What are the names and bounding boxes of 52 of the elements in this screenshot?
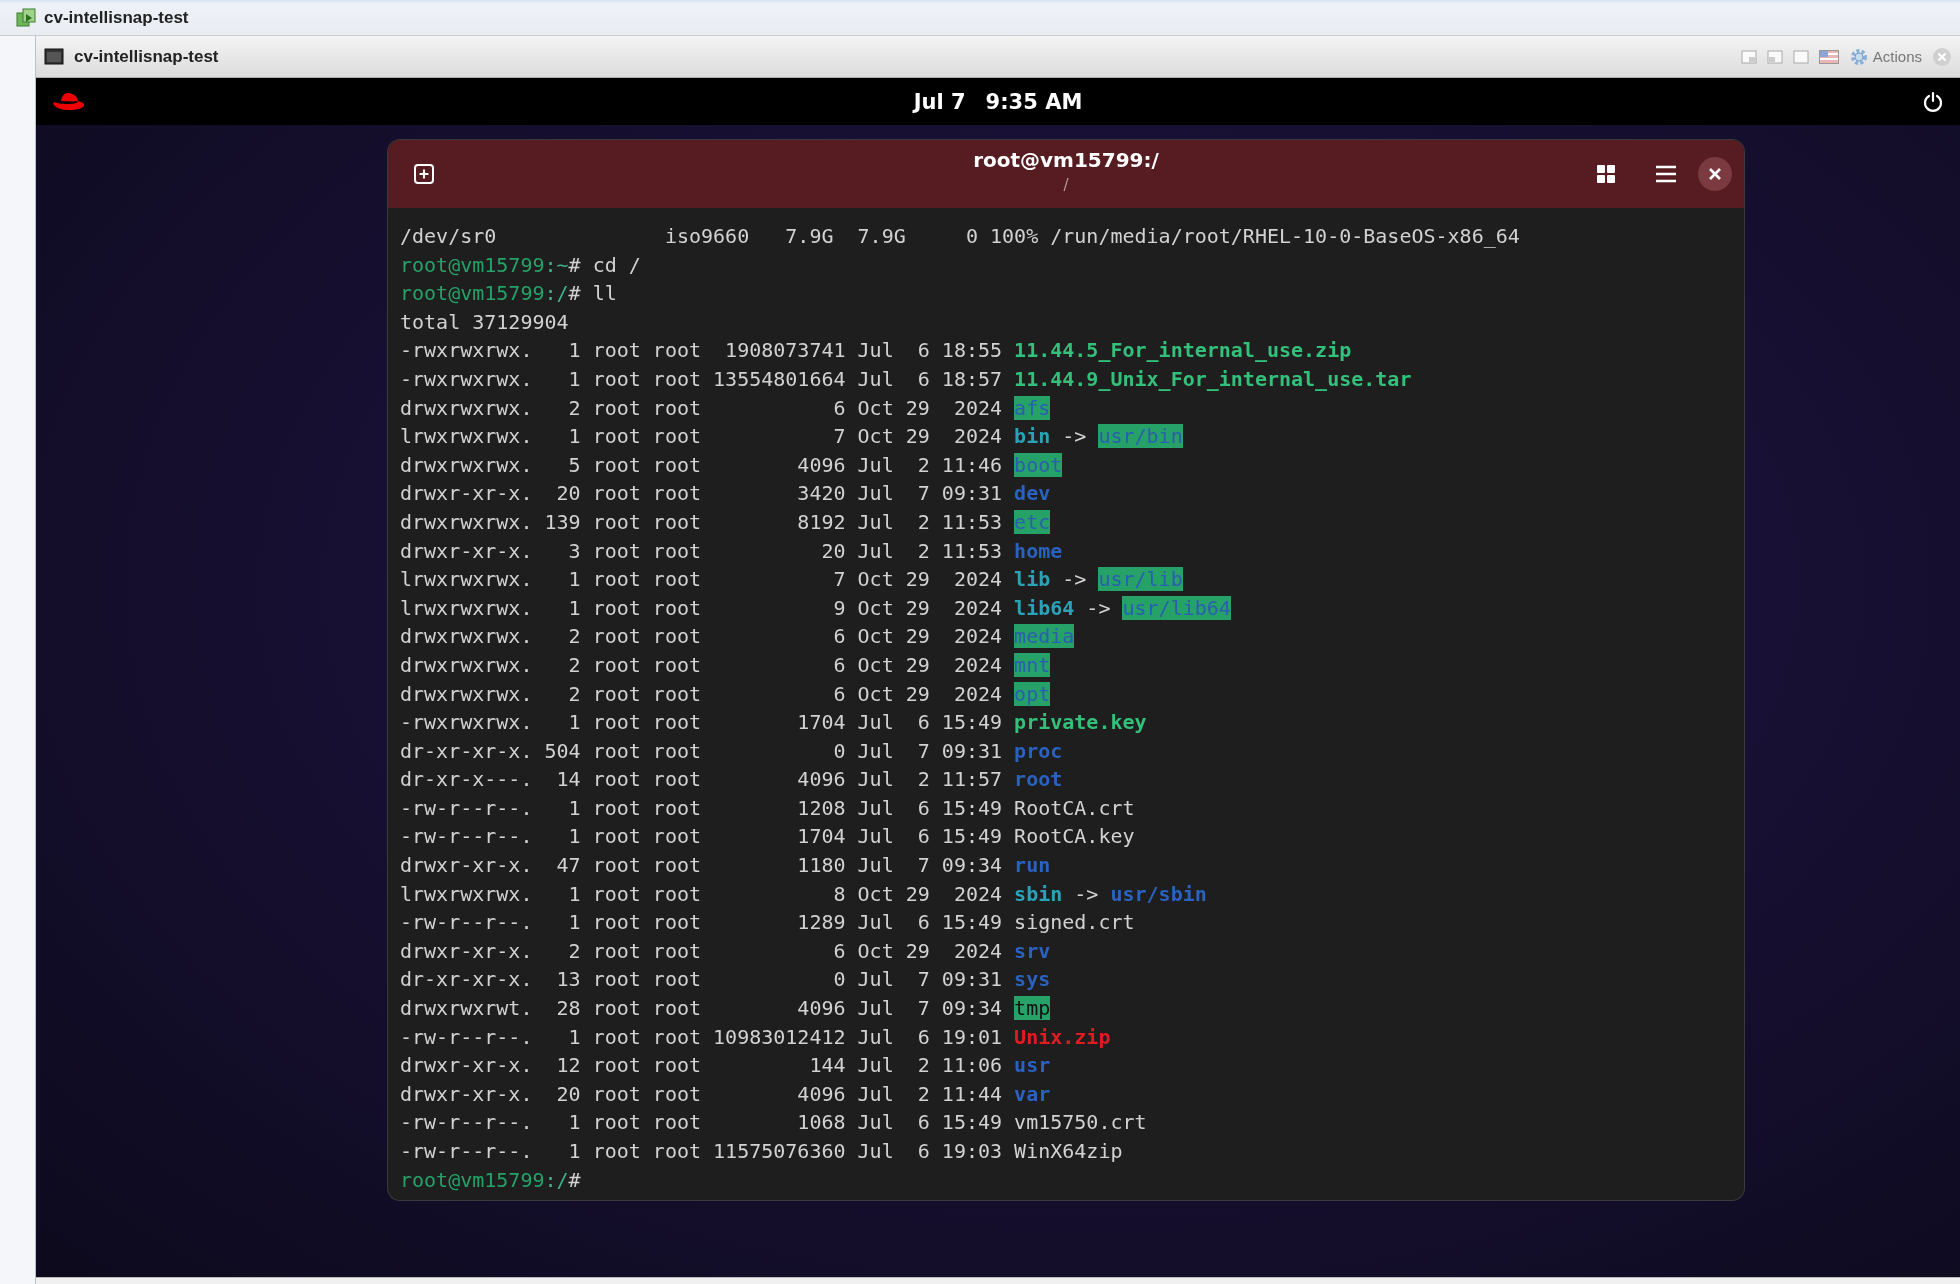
monitor-icon bbox=[44, 47, 64, 66]
terminal-line: drwxrwxrwx. 2 root root 6 Oct 29 2024 mnt bbox=[400, 651, 1052, 679]
terminal-line: -rw-r--r--. 1 root root 10983012412 Jul 6 19:01 Unix.zip bbox=[400, 1023, 1112, 1051]
terminal-line: drwxrwxrwx. 5 root root 4096 Jul 2 11:46 boot bbox=[400, 451, 1064, 479]
terminal-line: drwxrwxrwx. 2 root root 6 Oct 29 2024 opt bbox=[400, 680, 1052, 708]
terminal-line: drwxrwxrwx. 2 root root 6 Oct 29 2024 media bbox=[400, 623, 1076, 651]
terminal-line: dr-xr-x---. 14 root root 4096 Jul 2 11:57 root bbox=[400, 766, 1064, 794]
terminal-line: -rwxrwxrwx. 1 root root 1908073741 Jul 6 18:55 11.44.5_For_internal_use.zip bbox=[400, 337, 1353, 365]
terminal-line: root@vm15799:/# bbox=[400, 1166, 582, 1194]
terminal-subtitle: / bbox=[1063, 176, 1069, 194]
vm-title: cv-intellisnap-test bbox=[74, 46, 219, 67]
terminal-line: drwxr-xr-x. 20 root root 3420 Jul 7 09:31 dev bbox=[400, 480, 1052, 508]
terminal-line: -rw-r--r--. 1 root root 1289 Jul 6 15:49 signed.crt bbox=[400, 909, 1136, 937]
terminal-line: drwxrwxrwt. 28 root root 4096 Jul 7 09:34 tmp bbox=[400, 995, 1052, 1023]
actions-button[interactable]: Actions bbox=[1848, 46, 1922, 67]
terminal-line: lrwxrwxrwx. 1 root root 9 Oct 29 2024 lib64 -> usr/lib64 bbox=[400, 594, 1232, 622]
terminal-line: total 37129904 bbox=[400, 308, 570, 336]
terminal-line: -rwxrwxrwx. 1 root root 13554801664 Jul 6 18:57 11.44.9_Unix_For_internal_use.tar bbox=[400, 365, 1413, 393]
terminal-line: root@vm15799:~# cd / bbox=[400, 251, 642, 279]
terminal-line: /dev/sr0 iso9660 7.9G 7.9G 0 100% /run/media/root/RHEL-10-0-BaseOS-x86_64 bbox=[400, 223, 1521, 250]
grid-icon bbox=[1595, 163, 1617, 185]
terminal-line: -rwxrwxrwx. 1 root root 1704 Jul 6 15:49 private.key bbox=[400, 709, 1148, 737]
plus-icon bbox=[412, 162, 436, 186]
app-icon bbox=[16, 7, 36, 28]
terminal-line: drwxr-xr-x. 47 root root 1180 Jul 7 09:34 run bbox=[400, 852, 1052, 880]
terminal-line: drwxr-xr-x. 3 root root 20 Jul 2 11:53 home bbox=[400, 537, 1064, 565]
hat-logo-icon[interactable] bbox=[52, 90, 86, 113]
flag-icon[interactable] bbox=[1818, 49, 1839, 64]
terminal-line: drwxrwxrwx. 2 root root 6 Oct 29 2024 afs bbox=[400, 394, 1052, 422]
time-label: 9:35 AM bbox=[985, 89, 1083, 114]
close-icon bbox=[1708, 167, 1722, 181]
gear-icon bbox=[1848, 46, 1869, 67]
terminal-line: root@vm15799:/# ll bbox=[400, 280, 618, 308]
terminal-line: lrwxrwxrwx. 1 root root 8 Oct 29 2024 sbin -> usr/sbin bbox=[400, 880, 1208, 908]
terminal-line: -rw-r--r--. 1 root root 1068 Jul 6 15:49 vm15750.crt bbox=[400, 1109, 1148, 1137]
window-title: cv-intellisnap-test bbox=[44, 7, 189, 28]
terminal-line: drwxr-xr-x. 2 root root 6 Oct 29 2024 srv bbox=[400, 937, 1052, 965]
power-icon[interactable] bbox=[1922, 90, 1944, 113]
terminal-line: drwxr-xr-x. 12 root root 144 Jul 2 11:06 usr bbox=[400, 1052, 1052, 1080]
terminal-line: -rw-r--r--. 1 root root 11575076360 Jul 6 19:03 WinX64zip bbox=[400, 1138, 1124, 1165]
terminal-title: root@vm15799:/ bbox=[973, 148, 1159, 172]
terminal-line: dr-xr-xr-x. 504 root root 0 Jul 7 09:31 proc bbox=[400, 737, 1064, 765]
terminal-line: lrwxrwxrwx. 1 root root 7 Oct 29 2024 lib -> usr/lib bbox=[400, 566, 1184, 594]
terminal-line: dr-xr-xr-x. 13 root root 0 Jul 7 09:31 sys bbox=[400, 966, 1052, 994]
terminal-line: drwxr-xr-x. 20 root root 4096 Jul 2 11:44 var bbox=[400, 1080, 1052, 1108]
close-button[interactable] bbox=[1698, 157, 1732, 191]
terminal-line: -rw-r--r--. 1 root root 1208 Jul 6 15:49 RootCA.crt bbox=[400, 794, 1136, 822]
date-label: Jul 7 bbox=[913, 89, 966, 114]
terminal-line: lrwxrwxrwx. 1 root root 7 Oct 29 2024 bin -> usr/bin bbox=[400, 423, 1184, 451]
terminal-line: -rw-r--r--. 1 root root 1704 Jul 6 15:49 RootCA.key bbox=[400, 823, 1136, 851]
terminal-line: drwxrwxrwx. 139 root root 8192 Jul 2 11:53 etc bbox=[400, 508, 1052, 536]
menu-icon bbox=[1654, 163, 1678, 185]
